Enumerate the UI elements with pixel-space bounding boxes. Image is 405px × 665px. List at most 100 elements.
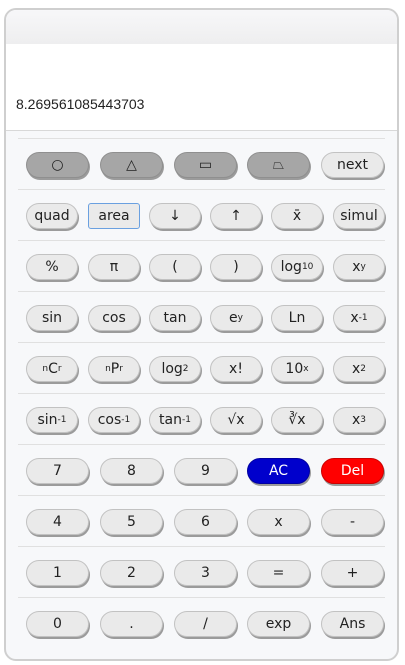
digit-3-button[interactable]: 3 (174, 560, 237, 586)
next-label-text: next (336, 157, 368, 173)
next-button[interactable]: next (321, 152, 384, 178)
cos-button[interactable]: cos (88, 305, 140, 331)
down-arrow-button[interactable]: ↓ (149, 203, 201, 229)
power-button[interactable]: xy (333, 254, 385, 280)
arccos-button[interactable]: cos -1 (88, 407, 140, 433)
exp-label-text: exp (265, 616, 292, 632)
ncr-button[interactable]: nCr (26, 356, 78, 382)
square-label-text: x (351, 361, 361, 377)
digit-3-label-text: 3 (201, 565, 210, 581)
digit-6-label-text: 6 (201, 514, 210, 530)
log2-label-text: log (161, 361, 183, 377)
display-panel: 8.269561085443703 (6, 44, 397, 131)
keypad-row: 0. / exp Ans (18, 597, 385, 648)
exp-power-label-text: e (229, 310, 238, 326)
factorial-button[interactable]: x! (210, 356, 262, 382)
area-button[interactable]: area (88, 203, 140, 229)
digit-2-label-text: 2 (127, 565, 136, 581)
digit-0-label-text: 0 (53, 616, 62, 632)
down-arrow-label-text: ↓ (169, 208, 181, 224)
simul-label-text: simul (340, 208, 378, 224)
digit-5-button[interactable]: 5 (100, 509, 163, 535)
digit-2-button[interactable]: 2 (100, 560, 163, 586)
decimal-button[interactable]: . (100, 611, 163, 637)
multiply-button[interactable]: x (247, 509, 310, 535)
digit-8-label-text: 8 (127, 463, 136, 479)
up-arrow-label-text: ↑ (230, 208, 242, 224)
plus-button[interactable]: + (321, 560, 384, 586)
circle-shape-button[interactable]: ○ (26, 152, 89, 178)
arctan-label-text: tan (159, 412, 182, 428)
keypad-row: 7 8 9 AC Del (18, 444, 385, 495)
keypad-row: sin -1 cos -1 tan -1 √x ∛x x 3 (18, 393, 385, 444)
open-paren-button[interactable]: ( (149, 254, 201, 280)
ans-button[interactable]: Ans (321, 611, 384, 637)
digit-4-label-text: 4 (53, 514, 62, 530)
ten-power-label-text: 10 (285, 361, 304, 377)
calculator-window: 8.269561085443703 ○ △ ▭ ⏢ next quad area ↓ ↑ x̄ si… (4, 8, 399, 661)
multiply-label-text: x (274, 514, 283, 530)
triangle-shape-label-text: △ (126, 157, 137, 173)
ln-button[interactable]: Ln (271, 305, 323, 331)
keypad-row: sin cos tan e y Ln x -1 (18, 291, 385, 342)
mean-label-text: x̄ (292, 208, 302, 224)
digit-6-button[interactable]: 6 (174, 509, 237, 535)
percent-button[interactable]: % (26, 254, 78, 280)
log10-label-text: log (280, 259, 302, 275)
close-paren-label-text: ) (233, 259, 239, 275)
sqrt-button[interactable]: √x (210, 407, 262, 433)
circle-shape-label-text: ○ (51, 157, 64, 173)
digit-9-button[interactable]: 9 (174, 458, 237, 484)
up-arrow-button[interactable]: ↑ (210, 203, 262, 229)
digit-4-button[interactable]: 4 (26, 509, 89, 535)
trapezoid-shape-button[interactable]: ⏢ (247, 152, 310, 178)
divide-label-text: / (203, 616, 208, 632)
npr-label-text: P (110, 361, 120, 377)
keypad-row: ○ △ ▭ ⏢ next (18, 138, 385, 189)
ans-label-text: Ans (339, 616, 366, 632)
mean-button[interactable]: x̄ (271, 203, 323, 229)
digit-7-label-text: 7 (53, 463, 62, 479)
decimal-label-text: . (129, 616, 134, 632)
cbrt-button[interactable]: ∛x (271, 407, 323, 433)
equals-button[interactable]: = (247, 560, 310, 586)
percent-label-text: % (45, 259, 59, 275)
factorial-label-text: x! (229, 361, 243, 377)
digit-8-button[interactable]: 8 (100, 458, 163, 484)
exp-power-button[interactable]: ey (210, 305, 262, 331)
square-button[interactable]: x2 (333, 356, 385, 382)
minus-button[interactable]: - (321, 509, 384, 535)
exp-button[interactable]: exp (247, 611, 310, 637)
tan-button[interactable]: tan (149, 305, 201, 331)
ten-power-button[interactable]: 10 x (271, 356, 323, 382)
equals-label-text: = (272, 565, 285, 581)
log2-button[interactable]: log 2 (149, 356, 201, 382)
cube-label-text: x (351, 412, 361, 428)
arccos-label-text: cos (97, 412, 122, 428)
keypad: ○ △ ▭ ⏢ next quad area ↓ ↑ x̄ simul% π() log 10 x y sin c… (18, 138, 385, 648)
cube-button[interactable]: x3 (333, 407, 385, 433)
npr-button[interactable]: nPr (88, 356, 140, 382)
all-clear-button[interactable]: AC (247, 458, 310, 484)
digit-7-button[interactable]: 7 (26, 458, 89, 484)
open-paren-label-text: ( (172, 259, 178, 275)
simul-button[interactable]: simul (333, 203, 385, 229)
trapezoid-shape-label-text: ⏢ (272, 157, 285, 173)
digit-0-button[interactable]: 0 (26, 611, 89, 637)
quad-button[interactable]: quad (26, 203, 78, 229)
triangle-shape-button[interactable]: △ (100, 152, 163, 178)
title-bar (6, 10, 397, 45)
delete-button[interactable]: Del (321, 458, 384, 484)
arctan-button[interactable]: tan -1 (149, 407, 201, 433)
log10-button[interactable]: log 10 (271, 254, 323, 280)
arcsin-button[interactable]: sin -1 (26, 407, 78, 433)
reciprocal-button[interactable]: x -1 (333, 305, 385, 331)
ln-label-text: Ln (288, 310, 306, 326)
sin-button[interactable]: sin (26, 305, 78, 331)
pi-button[interactable]: π (88, 254, 140, 280)
divide-button[interactable]: / (174, 611, 237, 637)
rectangle-shape-button[interactable]: ▭ (174, 152, 237, 178)
close-paren-button[interactable]: ) (210, 254, 262, 280)
keypad-row: 4 5 6 x - (18, 495, 385, 546)
digit-1-button[interactable]: 1 (26, 560, 89, 586)
